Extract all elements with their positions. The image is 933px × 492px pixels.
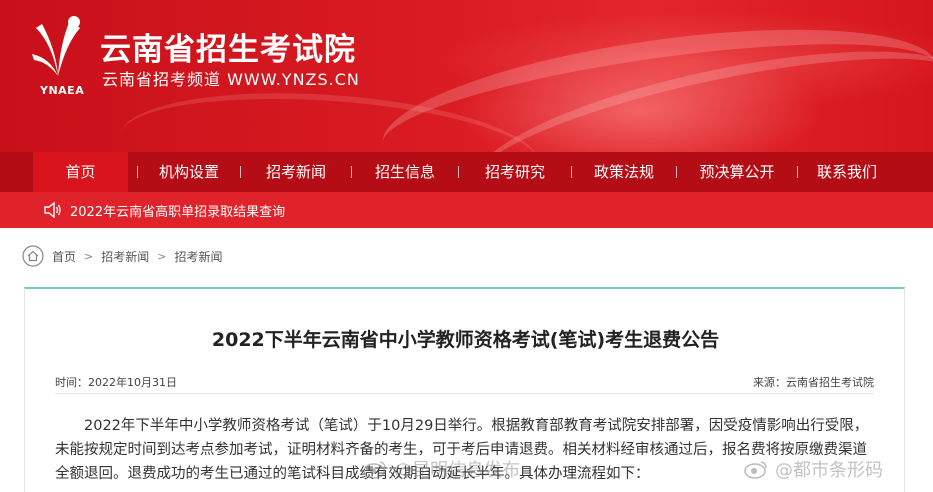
nav-item-home[interactable]: 首页: [33, 152, 128, 192]
notice-bar: 2022年云南省高职单招录取结果查询: [0, 192, 933, 228]
breadcrumb-section[interactable]: 招考新闻: [101, 248, 149, 265]
watermark: @都市条形码: [743, 456, 883, 482]
site-title[interactable]: 云南省招生考试院: [100, 24, 356, 69]
breadcrumb: 首页 > 招考新闻 > 招考新闻: [22, 245, 222, 267]
watermark-text: @都市条形码: [775, 460, 883, 481]
header-banner: YNAEA 云南省招生考试院 云南省招考频道 WWW.YNZS.CN: [0, 0, 933, 152]
speaker-icon: [44, 202, 61, 218]
watermark: @昆明信息发布: [362, 456, 520, 482]
weibo-icon: [363, 461, 386, 479]
chevron-right-icon: >: [157, 249, 167, 263]
breadcrumb-home[interactable]: 首页: [52, 248, 76, 265]
nav-item-budget[interactable]: 预决算公开: [677, 152, 797, 192]
main-nav: 首页 机构设置 招考新闻 招生信息 招考研究 政策法规 预决算公开 联系我们: [0, 152, 933, 192]
home-icon: [22, 245, 44, 267]
nav-item-exam-news[interactable]: 招考新闻: [241, 152, 351, 192]
article-source: 来源：云南省招生考试院: [753, 376, 874, 389]
nav-item-organization[interactable]: 机构设置: [138, 152, 240, 192]
watermark-text: @昆明信息发布: [394, 460, 520, 481]
notice-link[interactable]: 2022年云南省高职单招录取结果查询: [70, 201, 285, 220]
nav-item-admission-info[interactable]: 招生信息: [352, 152, 458, 192]
chevron-right-icon: >: [84, 249, 94, 263]
weibo-icon: [744, 461, 767, 479]
nav-item-contact[interactable]: 联系我们: [798, 152, 896, 192]
nav-item-policies[interactable]: 政策法规: [572, 152, 676, 192]
nav-item-exam-research[interactable]: 招考研究: [459, 152, 571, 192]
logo-text: YNAEA: [40, 84, 85, 97]
article-time: 时间：2022年10月31日: [55, 376, 177, 389]
site-subtitle: 云南省招考频道 WWW.YNZS.CN: [102, 70, 360, 89]
breadcrumb-current[interactable]: 招考新闻: [174, 248, 222, 265]
article-title: 2022下半年云南省中小学教师资格考试(笔试)考生退费公告: [211, 329, 720, 351]
divider: [55, 393, 874, 394]
